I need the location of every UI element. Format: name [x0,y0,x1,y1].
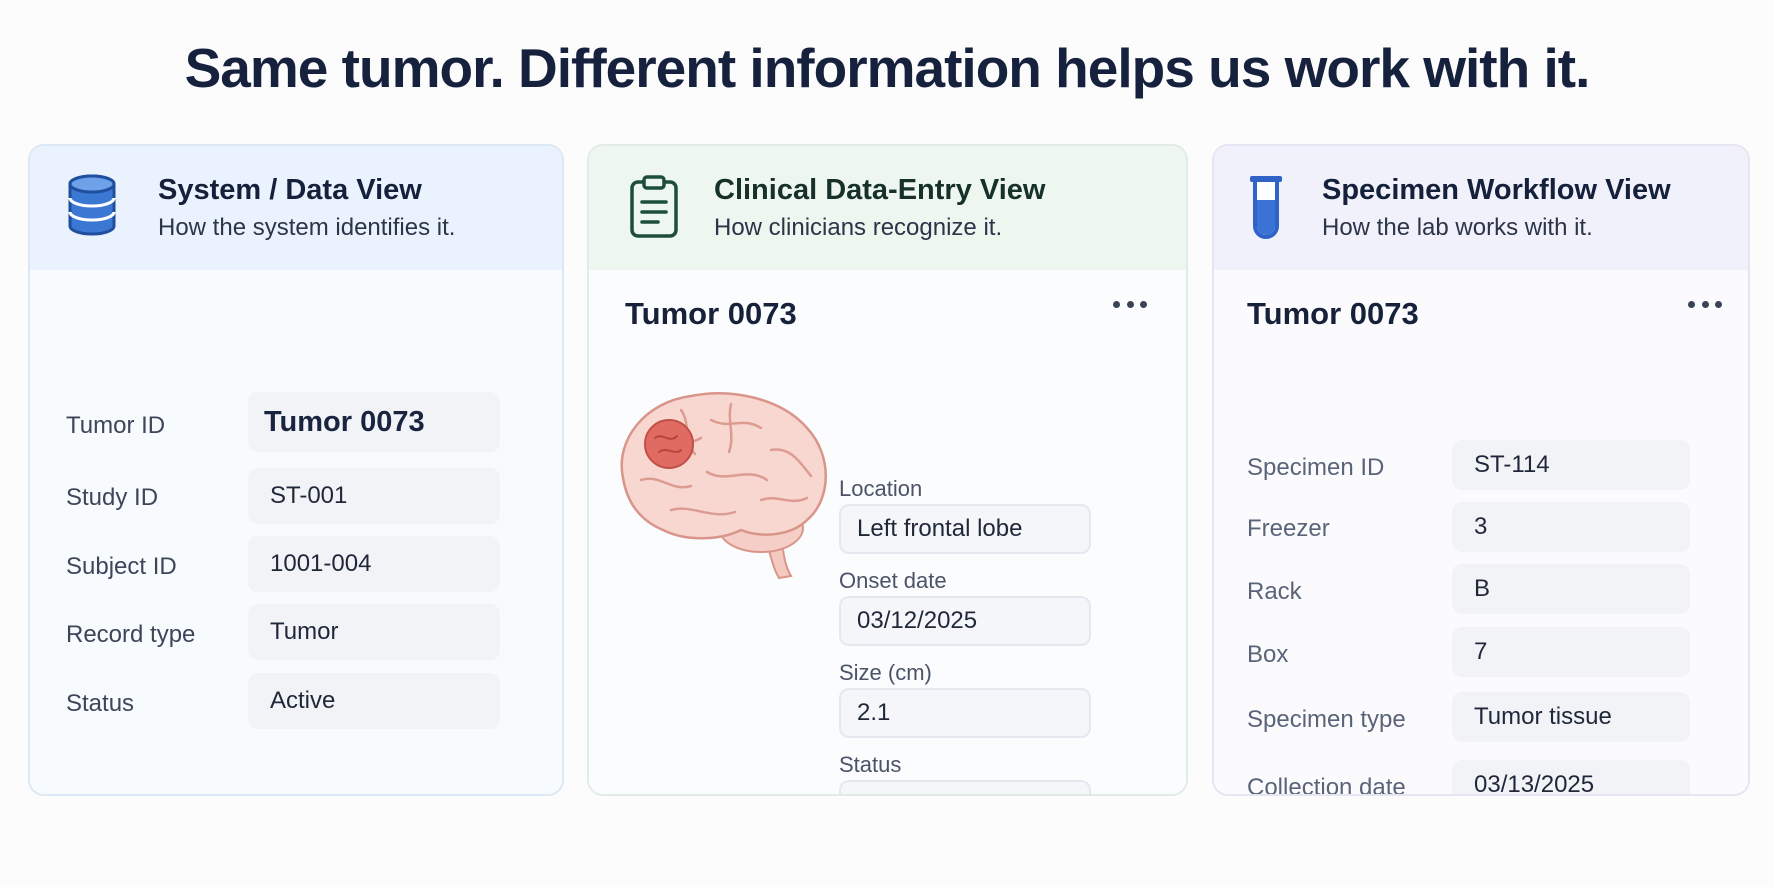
size-label: Size (cm) [839,660,932,685]
freezer-label: Freezer [1247,515,1330,542]
system-view-header: System / Data View How the system identi… [30,146,562,270]
collection-date-field[interactable]: 03/13/2025 [1452,760,1690,794]
card-title: System / Data View [158,174,422,206]
location-label: Location [839,476,923,501]
tumor-id-field[interactable]: Tumor 0073 [248,392,500,452]
card-title: Specimen Workflow View [1322,174,1671,206]
card-subtitle: How the lab works with it. [1322,214,1593,241]
study-id-field[interactable]: ST-001 [248,468,500,524]
more-options-icon[interactable] [1688,298,1722,310]
database-icon [68,174,116,236]
card-subtitle: How clinicians recognize it. [714,214,1003,241]
status-field[interactable]: Active [248,673,500,729]
location-field[interactable]: Left frontal lobe [839,504,1091,554]
system-data-view-card: System / Data View How the system identi… [28,144,564,796]
subject-id-label: Subject ID [66,553,177,580]
study-id-label: Study ID [66,484,159,511]
clinical-view-header: Clinical Data-Entry View How clinicians … [589,146,1186,270]
card-title: Clinical Data-Entry View [714,174,1046,206]
system-view-body: Tumor ID Tumor 0073 Study ID ST-001 Subj… [30,270,562,794]
more-options-icon[interactable] [1113,298,1147,310]
specimen-id-field[interactable]: ST-114 [1452,440,1690,490]
size-field[interactable]: 2.1 [839,688,1091,738]
collection-date-label: Collection date [1247,774,1406,796]
specimen-workflow-card: Specimen Workflow View How the lab works… [1212,144,1750,796]
status-label: Status [66,690,135,717]
rack-label: Rack [1247,578,1302,605]
specimen-type-field[interactable]: Tumor tissue [1452,692,1690,742]
clinical-view-body: Tumor 0073 Location Left frontal lobe On… [589,270,1186,794]
page-headline: Same tumor. Different information helps … [184,37,1591,99]
freezer-field[interactable]: 3 [1452,502,1690,552]
tumor-id-label: Tumor ID [66,412,166,439]
onset-date-label: Onset date [839,568,947,593]
record-type-field[interactable]: Tumor [248,604,500,660]
record-title: Tumor 0073 [1247,296,1419,331]
rack-field[interactable]: B [1452,564,1690,614]
record-type-label: Record type [66,621,196,648]
record-title: Tumor 0073 [625,296,797,331]
box-field[interactable]: 7 [1452,627,1690,677]
specimen-type-label: Specimen type [1247,706,1406,733]
card-subtitle: How the system identifies it. [158,214,456,241]
clipboard-icon [630,175,678,238]
specimen-view-header: Specimen Workflow View How the lab works… [1214,146,1748,270]
subject-id-field[interactable]: 1001-004 [248,536,500,592]
onset-date-field[interactable]: 03/12/2025 [839,596,1091,646]
status-label: Status [839,752,902,777]
brain-illustration [620,392,827,580]
specimen-view-body: Tumor 0073 Specimen ID ST-114 Freezer 3 … [1214,270,1748,794]
test-tube-icon [1250,176,1282,239]
clinical-data-entry-card: Clinical Data-Entry View How clinicians … [587,144,1188,796]
box-label: Box [1247,641,1289,668]
specimen-id-label: Specimen ID [1247,454,1385,481]
status-field[interactable]: Active [839,780,1091,794]
